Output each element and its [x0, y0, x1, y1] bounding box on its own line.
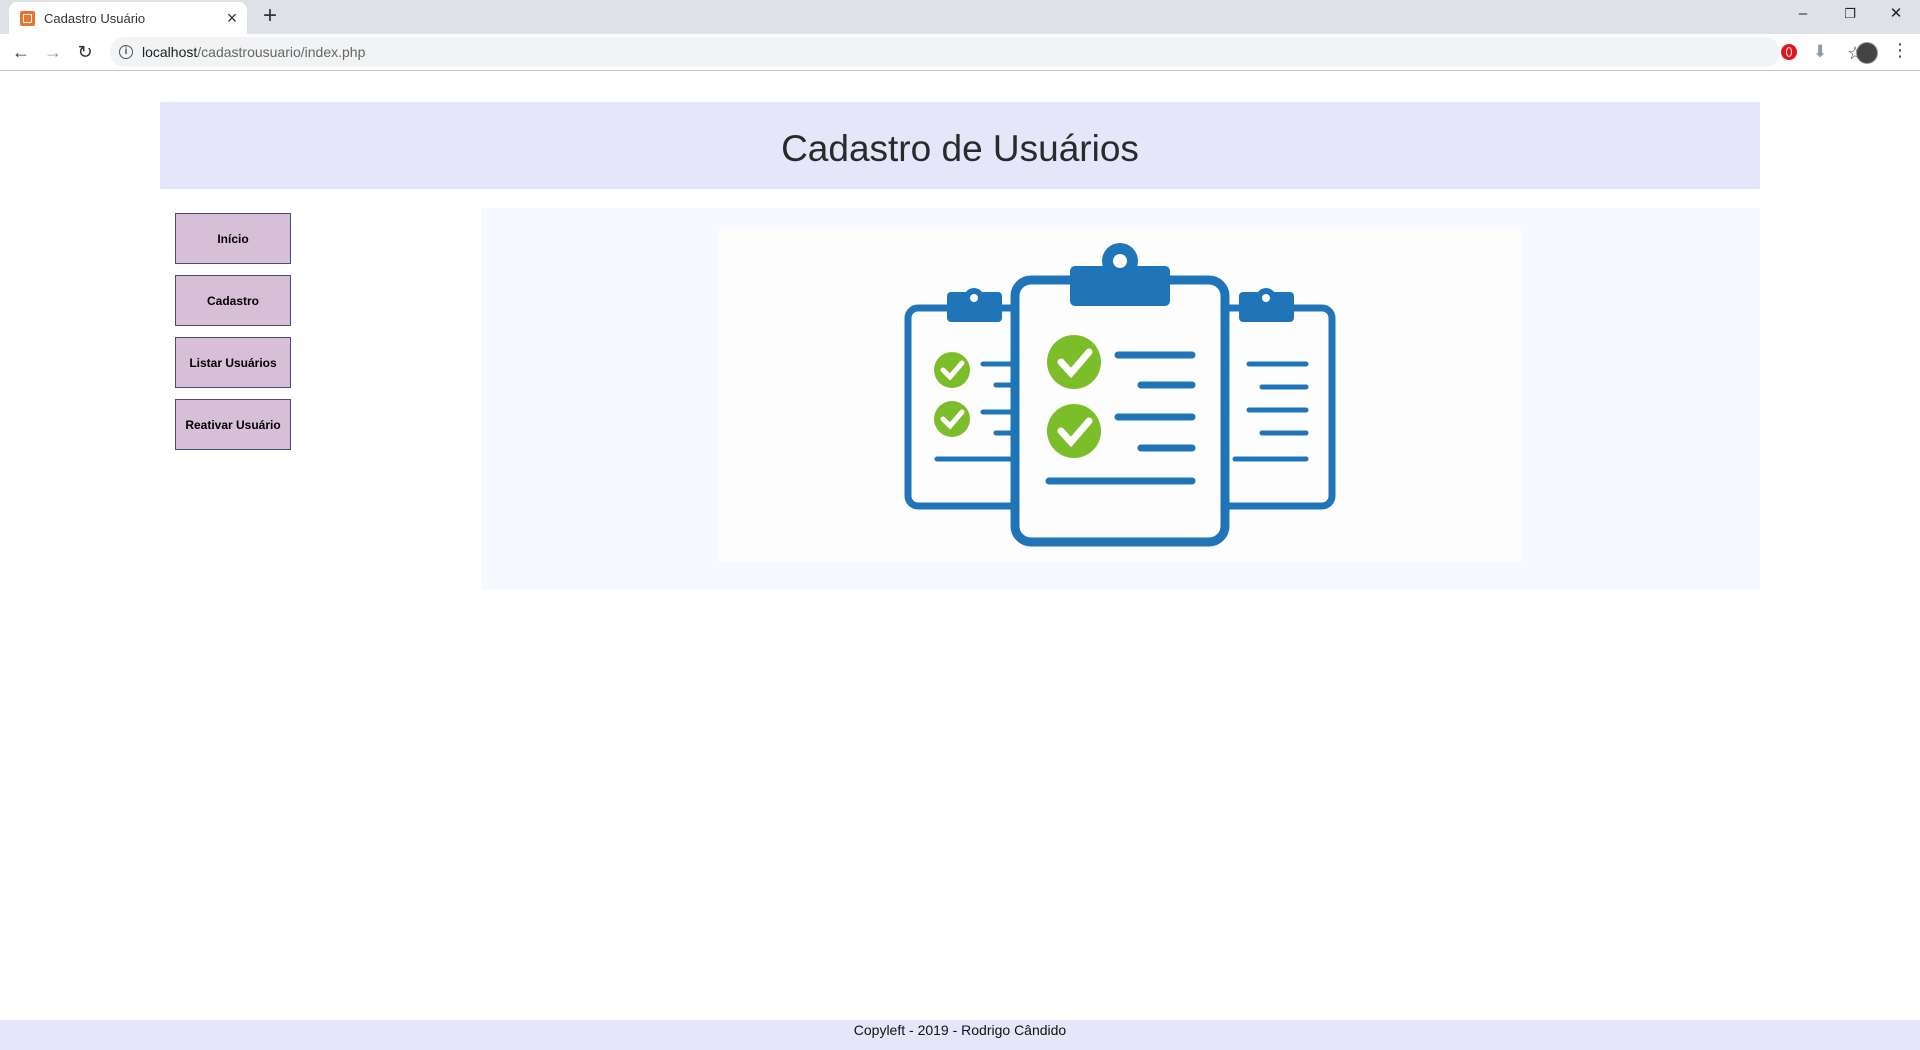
download-extension-icon[interactable]: ⬇: [1813, 42, 1827, 62]
menu-button-cadastro[interactable]: Cadastro: [175, 275, 291, 326]
site-info-icon[interactable]: i: [119, 45, 133, 59]
forward-button[interactable]: →: [41, 40, 65, 64]
restore-button[interactable]: ❐: [1827, 0, 1873, 30]
page-footer: Copyleft - 2019 - Rodrigo Cândido: [0, 1020, 1920, 1050]
back-button[interactable]: ←: [9, 40, 33, 64]
browser-tab[interactable]: Cadastro Usuário ×: [9, 2, 247, 34]
page-header: Cadastro de Usuários: [160, 102, 1760, 189]
tab-title: Cadastro Usuário: [44, 11, 146, 26]
tab-close-icon[interactable]: ×: [222, 8, 242, 28]
browser-toolbar: ← → ↻ i localhost/cadastrousuario/index.…: [0, 34, 1920, 71]
browser-tab-strip: Cadastro Usuário × + – ❐ ✕: [0, 0, 1920, 34]
clipboards-checklist-illustration: [904, 243, 1336, 547]
close-window-button[interactable]: ✕: [1873, 0, 1919, 30]
url-path: /cadastrousuario/index.php: [197, 44, 366, 60]
xampp-favicon-icon: [20, 11, 35, 26]
clipboards-checklist-image: [719, 228, 1521, 562]
menu-button-reativar-usuario[interactable]: Reativar Usuário: [175, 399, 291, 450]
url-host: localhost: [142, 44, 198, 60]
address-bar[interactable]: i localhost/cadastrousuario/index.php ☆: [110, 37, 1863, 67]
new-tab-button[interactable]: +: [258, 4, 282, 29]
page-title: Cadastro de Usuários: [781, 128, 1139, 169]
browser-menu-icon[interactable]: ⋮: [1891, 40, 1909, 60]
opera-extension-icon[interactable]: [1781, 44, 1797, 60]
menu-button-inicio[interactable]: Início: [175, 213, 291, 264]
profile-avatar[interactable]: [1856, 42, 1878, 64]
minimize-button[interactable]: –: [1780, 0, 1826, 30]
footer-copyleft: Copyleft - 2019 - Rodrigo Cândido: [853, 1022, 1067, 1038]
reload-button[interactable]: ↻: [73, 40, 97, 64]
menu-button-listar-usuarios[interactable]: Listar Usuários: [175, 337, 291, 388]
url-text[interactable]: localhost/cadastrousuario/index.php: [142, 44, 365, 60]
